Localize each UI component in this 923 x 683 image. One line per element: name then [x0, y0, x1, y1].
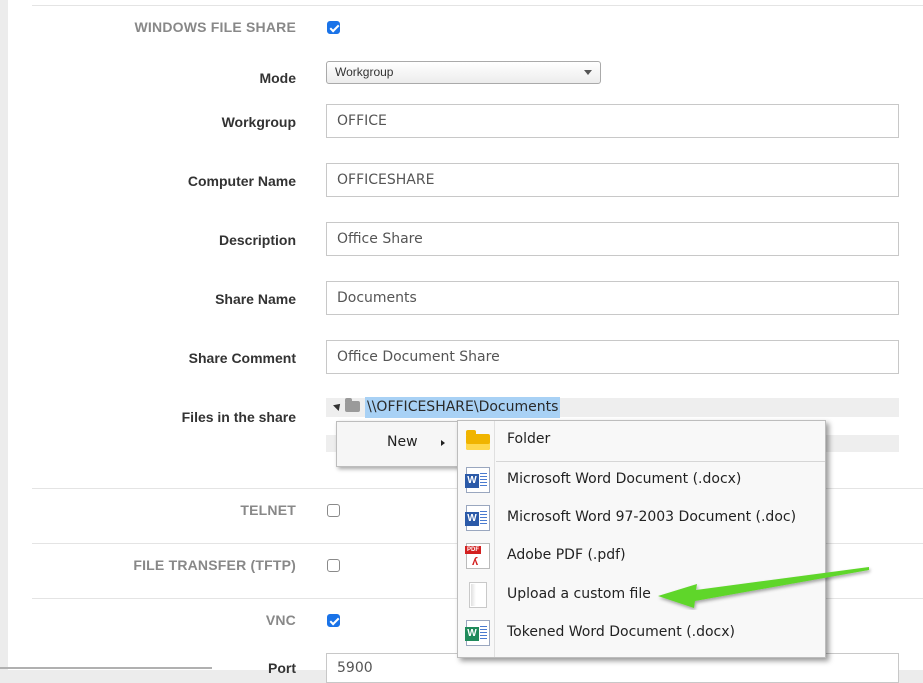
description-input[interactable]: Office Share	[326, 222, 899, 256]
computer-name-input[interactable]: OFFICESHARE	[326, 163, 899, 197]
submenu-arrow-icon	[441, 440, 445, 446]
folder-icon	[466, 430, 490, 450]
mode-label: Mode	[259, 70, 296, 86]
computer-name-label: Computer Name	[187, 173, 296, 189]
workgroup-input[interactable]: OFFICE	[326, 104, 899, 138]
new-submenu: Folder W Microsoft Word Document (.docx)…	[457, 420, 826, 658]
scrollbar[interactable]	[0, 667, 212, 669]
menu-item-folder[interactable]: Folder	[458, 421, 825, 459]
pdf-icon: PDF ʎ	[465, 543, 490, 569]
mode-select[interactable]: Workgroup	[326, 61, 601, 84]
share-comment-label: Share Comment	[188, 350, 296, 366]
mode-select-value: Workgroup	[335, 65, 394, 79]
telnet-checkbox[interactable]	[327, 504, 340, 517]
blank-file-icon	[469, 582, 487, 608]
menu-item-label: Microsoft Word 97-2003 Document (.doc)	[507, 509, 797, 525]
word-docx-icon: W	[465, 467, 490, 493]
telnet-label: TELNET	[240, 502, 296, 518]
chevron-down-icon	[584, 70, 592, 75]
description-label: Description	[218, 232, 296, 248]
menu-item-label: Upload a custom file	[507, 586, 651, 602]
divider	[32, 5, 923, 6]
share-name-label: Share Name	[215, 291, 296, 307]
tokened-word-icon: W	[465, 620, 490, 646]
menu-item-label: Microsoft Word Document (.docx)	[507, 471, 742, 487]
share-comment-input[interactable]: Office Document Share	[326, 340, 899, 374]
share-name-input[interactable]: Documents	[326, 281, 899, 315]
vnc-checkbox[interactable]	[327, 614, 340, 627]
menu-item-tokened-word[interactable]: W Tokened Word Document (.docx)	[458, 614, 825, 652]
workgroup-label: Workgroup	[221, 114, 296, 130]
menu-item-label: Adobe PDF (.pdf)	[507, 547, 626, 563]
menu-item-label: Folder	[507, 431, 551, 447]
word-doc-icon: W	[465, 505, 490, 531]
tftp-label: FILE TRANSFER (TFTP)	[133, 557, 296, 573]
file-tree-root-path[interactable]: \\OFFICESHARE\Documents	[365, 397, 561, 418]
context-menu: New	[336, 421, 461, 467]
files-in-share-label: Files in the share	[181, 409, 296, 425]
tftp-checkbox[interactable]	[327, 559, 340, 572]
vnc-label: VNC	[265, 612, 296, 628]
folder-icon	[345, 398, 360, 412]
menu-item-label: Tokened Word Document (.docx)	[507, 624, 736, 640]
windows-file-share-label: WINDOWS FILE SHARE	[134, 19, 296, 35]
menu-item-word-docx[interactable]: W Microsoft Word Document (.docx)	[458, 461, 825, 499]
annotation-arrow-icon	[658, 567, 869, 608]
menu-item-word-doc[interactable]: W Microsoft Word 97-2003 Document (.doc)	[458, 499, 825, 537]
menu-item-new[interactable]: New	[387, 434, 418, 450]
windows-file-share-checkbox[interactable]	[327, 21, 340, 34]
